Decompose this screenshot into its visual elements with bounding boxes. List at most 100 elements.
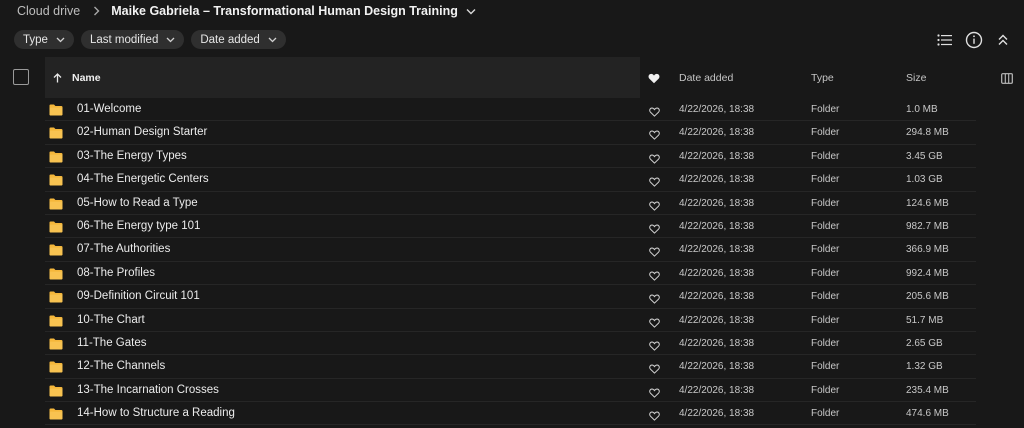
chevron-down-icon <box>56 37 65 43</box>
filter-last-modified[interactable]: Last modified <box>80 30 185 49</box>
row-name[interactable]: 05-How to Read a Type <box>77 197 198 209</box>
table-row[interactable]: 14-How to Structure a Reading 4/22/2026, … <box>0 402 1024 426</box>
table-row[interactable]: 04-The Energetic Centers 4/22/2026, 18:38… <box>0 168 1024 192</box>
row-size: 474.6 MB <box>906 408 949 420</box>
row-name[interactable]: 08-The Profiles <box>77 267 155 279</box>
table-row[interactable]: 10-The Chart 4/22/2026, 18:38 Folder 51.7 M… <box>0 309 1024 332</box>
table-row[interactable]: 06-The Energy type 101 4/22/2026, 18:38 Fo… <box>0 215 1024 239</box>
select-all-checkbox[interactable] <box>13 69 29 85</box>
row-name[interactable]: 01-Welcome <box>77 103 141 115</box>
breadcrumb-current-folder[interactable]: Maike Gabriela – Transformational Human … <box>111 4 458 18</box>
folder-icon <box>49 267 63 285</box>
row-divider <box>45 424 976 426</box>
row-name[interactable]: 12-The Channels <box>77 360 165 372</box>
chevron-down-icon[interactable] <box>466 8 476 15</box>
heart-outline-icon[interactable] <box>649 104 660 122</box>
breadcrumb-cloud-drive[interactable]: Cloud drive <box>17 4 80 18</box>
heart-outline-icon[interactable] <box>649 221 660 239</box>
filter-label: Date added <box>200 33 260 46</box>
table-row[interactable]: 07-The Authorities 4/22/2026, 18:38 Folder… <box>0 238 1024 262</box>
heart-outline-icon[interactable] <box>649 361 660 379</box>
table-row[interactable]: 08-The Profiles 4/22/2026, 18:38 Folder 992… <box>0 262 1024 286</box>
heart-outline-icon[interactable] <box>649 174 660 192</box>
row-size: 2.65 GB <box>906 337 943 349</box>
row-name[interactable]: 03-The Energy Types <box>77 150 187 162</box>
row-name[interactable]: 13-The Incarnation Crosses <box>77 384 219 396</box>
heart-outline-icon[interactable] <box>649 127 660 145</box>
row-type: Folder <box>811 314 840 326</box>
heart-outline-icon[interactable] <box>649 315 660 333</box>
column-header-date-added[interactable]: Date added <box>679 72 733 84</box>
column-header-size[interactable]: Size <box>906 72 926 84</box>
filter-type[interactable]: Type <box>14 30 74 49</box>
table-row[interactable]: 05-How to Read a Type 4/22/2026, 18:38 Fol… <box>0 192 1024 215</box>
table-row[interactable]: 12-The Channels 4/22/2026, 18:38 Folder 1.3… <box>0 355 1024 379</box>
row-type: Folder <box>811 361 840 373</box>
folder-icon <box>49 407 63 425</box>
folder-icon <box>49 337 63 355</box>
table-row[interactable]: 01-Welcome 4/22/2026, 18:38 Folder 1.0 MB <box>0 98 1024 122</box>
row-size: 366.9 MB <box>906 244 949 256</box>
row-name[interactable]: 09-Definition Circuit 101 <box>77 290 200 302</box>
row-date-added: 4/22/2026, 18:38 <box>679 361 755 373</box>
row-name[interactable]: 07-The Authorities <box>77 243 170 255</box>
info-icon[interactable] <box>964 30 984 50</box>
row-type: Folder <box>811 244 840 256</box>
select-all-cell <box>0 57 45 98</box>
row-type: Folder <box>811 267 840 279</box>
row-size: 1.03 GB <box>906 174 943 186</box>
heart-filled-icon[interactable] <box>648 71 660 89</box>
heart-outline-icon[interactable] <box>649 268 660 286</box>
row-date-added: 4/22/2026, 18:38 <box>679 244 755 256</box>
heart-outline-icon[interactable] <box>649 338 660 356</box>
row-size: 1.0 MB <box>906 104 938 115</box>
table-row[interactable]: 02-Human Design Starter 4/22/2026, 18:38 F… <box>0 121 1024 145</box>
row-name[interactable]: 10-The Chart <box>77 314 145 326</box>
folder-icon <box>49 314 63 332</box>
heart-outline-icon[interactable] <box>649 385 660 403</box>
table-row[interactable]: 09-Definition Circuit 101 4/22/2026, 18:3… <box>0 285 1024 309</box>
folder-icon <box>49 173 63 191</box>
folder-icon <box>49 126 63 144</box>
chevron-down-icon <box>268 37 277 43</box>
table-header: Name Date added Type Size <box>0 57 1024 98</box>
row-name[interactable]: 06-The Energy type 101 <box>77 220 200 232</box>
arrow-up-icon <box>53 72 62 83</box>
table-row[interactable]: 03-The Energy Types 4/22/2026, 18:38 Folde… <box>0 145 1024 169</box>
collapse-icon[interactable] <box>993 30 1013 50</box>
heart-outline-icon[interactable] <box>649 151 660 169</box>
folder-icon <box>49 150 63 168</box>
row-date-added: 4/22/2026, 18:38 <box>679 267 755 279</box>
column-header-type[interactable]: Type <box>811 72 834 84</box>
folder-icon <box>49 103 63 121</box>
row-type: Folder <box>811 291 840 303</box>
row-date-added: 4/22/2026, 18:38 <box>679 220 755 232</box>
columns-settings-icon[interactable] <box>1001 71 1013 89</box>
row-type: Folder <box>811 408 840 420</box>
row-size: 235.4 MB <box>906 384 949 396</box>
row-type: Folder <box>811 384 840 396</box>
table-row[interactable]: 11-The Gates 4/22/2026, 18:38 Folder 2.65 G… <box>0 332 1024 356</box>
row-date-added: 4/22/2026, 18:38 <box>679 174 755 186</box>
folder-icon <box>49 384 63 402</box>
row-size: 205.6 MB <box>906 291 949 303</box>
list-view-icon[interactable] <box>935 30 955 50</box>
filter-label: Last modified <box>89 33 159 46</box>
heart-outline-icon[interactable] <box>649 198 660 216</box>
folder-icon <box>49 360 63 378</box>
row-name[interactable]: 02-Human Design Starter <box>77 126 207 138</box>
row-size: 982.7 MB <box>906 220 949 232</box>
heart-outline-icon[interactable] <box>649 291 660 309</box>
column-label-name: Name <box>72 71 101 84</box>
heart-outline-icon[interactable] <box>649 408 660 426</box>
column-header-name[interactable]: Name <box>45 57 640 98</box>
row-name[interactable]: 14-How to Structure a Reading <box>77 407 235 419</box>
filter-bar: Type Last modified Date added <box>14 30 286 49</box>
row-name[interactable]: 04-The Energetic Centers <box>77 173 209 185</box>
row-size: 3.45 GB <box>906 150 943 162</box>
filter-date-added[interactable]: Date added <box>191 30 286 49</box>
table-row[interactable]: 13-The Incarnation Crosses 4/22/2026, 18:… <box>0 379 1024 403</box>
row-size: 124.6 MB <box>906 197 949 209</box>
heart-outline-icon[interactable] <box>649 244 660 262</box>
row-name[interactable]: 11-The Gates <box>77 337 146 349</box>
